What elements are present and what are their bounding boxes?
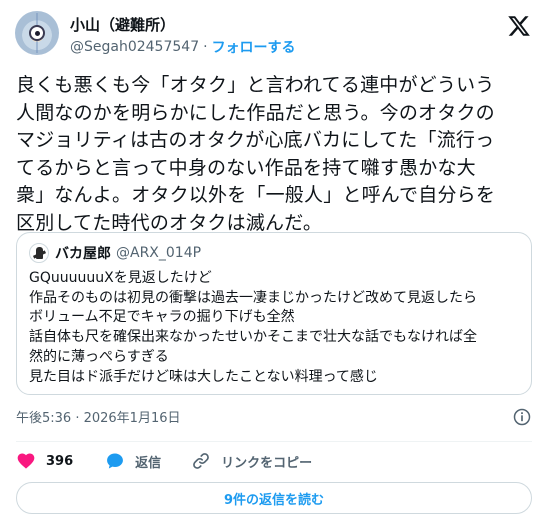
quoted-line: 見た目はド派手だけど味は大したことない料理って感じ bbox=[29, 368, 378, 385]
avatar-eye bbox=[29, 25, 45, 41]
info-icon[interactable] bbox=[512, 407, 532, 427]
quoted-tweet-text: GQuuuuuuXを見返したけど 作品そのものは初見の衝撃は過去一凄まじかったけ… bbox=[29, 269, 523, 387]
action-bar: 396 返信 リンクをコピー bbox=[16, 448, 312, 474]
quoted-line: 話自体も尺を確保出来なかったせいかそこまで壮大な話でもなければ全 bbox=[29, 329, 477, 346]
tweet-line: 衆」なんよ。オタク以外を「一般人」と呼んで自分らを bbox=[16, 184, 496, 206]
read-replies-button[interactable]: 9件の返信を読む bbox=[16, 482, 532, 514]
tweet-line: 人間なのかを明らかにした作品だと思う。今のオタクの bbox=[16, 101, 495, 124]
quoted-author-name: バカ屋郎 bbox=[55, 246, 111, 262]
link-icon bbox=[193, 453, 210, 469]
tweet-line: てるからと言って中身のない作品を持て囃す愚かな大 bbox=[16, 156, 476, 179]
like-count: 396 bbox=[46, 453, 74, 469]
author-handle[interactable]: @Segah02457547 bbox=[70, 39, 199, 55]
avatar-pupil bbox=[35, 31, 40, 36]
author-meta: @Segah02457547 · フォローする bbox=[70, 37, 296, 57]
like-button[interactable]: 396 bbox=[16, 451, 73, 471]
author-display-name[interactable]: 小山（避難所） bbox=[70, 14, 175, 35]
tweet-timestamp[interactable]: 午後5:36 · 2026年1月16日 bbox=[16, 411, 181, 426]
x-logo-icon[interactable] bbox=[507, 14, 531, 38]
copy-link-button[interactable]: リンクをコピー bbox=[191, 451, 312, 471]
tweet-embed-card: 小山（避難所） @Segah02457547 · フォローする 良くも悪くも今「… bbox=[0, 0, 548, 527]
speech-bubble-icon bbox=[107, 453, 124, 469]
timestamp-row: 午後5:36 · 2026年1月16日 bbox=[16, 407, 532, 427]
quoted-line: ボリューム不足でキャラの掘り下げも全然 bbox=[29, 309, 295, 326]
tweet-text: 良くも悪くも今「オタク」と言われてる連中がどういう 人間なのかを明らかにした作品… bbox=[16, 72, 534, 237]
quoted-author-handle: @ARX_014P bbox=[116, 245, 202, 261]
quoted-tweet-header: バカ屋郎 @ARX_014P bbox=[29, 242, 201, 264]
reply-button[interactable]: 返信 bbox=[105, 451, 161, 471]
author-avatar[interactable] bbox=[15, 11, 59, 55]
heart-icon bbox=[17, 453, 35, 469]
tweet-header: 小山（避難所） @Segah02457547 · フォローする bbox=[15, 10, 533, 60]
divider bbox=[16, 441, 532, 442]
quoted-tweet[interactable]: バカ屋郎 @ARX_014P GQuuuuuuXを見返したけど 作品そのものは初… bbox=[16, 232, 532, 395]
read-replies-label: 9件の返信を読む bbox=[223, 492, 325, 508]
quoted-line: GQuuuuuuXを見返したけど bbox=[29, 270, 212, 286]
follow-button[interactable]: フォローする bbox=[212, 37, 296, 57]
quoted-author-avatar bbox=[29, 243, 49, 263]
reply-label: 返信 bbox=[135, 455, 162, 471]
tweet-line: 良くも悪くも今「オタク」と言われてる連中がどういう bbox=[16, 74, 495, 96]
quoted-line: 然的に薄っぺらすぎる bbox=[29, 348, 169, 365]
meta-separator: · bbox=[203, 39, 208, 55]
quoted-line: 作品そのものは初見の衝撃は過去一凄まじかったけど改めて見返したら bbox=[29, 289, 477, 306]
copy-link-label: リンクをコピー bbox=[221, 455, 313, 471]
tweet-line: マジョリティは古のオタクが心底バカにしてた「流行っ bbox=[16, 129, 495, 151]
